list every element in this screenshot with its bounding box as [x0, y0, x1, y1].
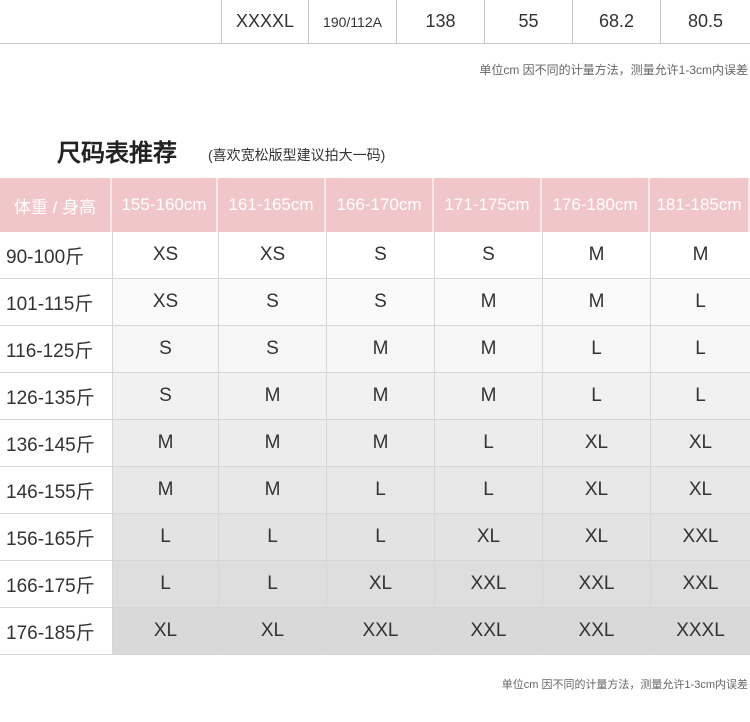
size-cell: M	[326, 373, 434, 420]
weight-label: 176-185斤	[0, 608, 112, 655]
page-title: 尺码表推荐	[57, 140, 177, 167]
size-cell: L	[650, 373, 750, 420]
size-cell: XXL	[326, 608, 434, 655]
size-cell: M	[112, 467, 218, 514]
weight-label: 166-175斤	[0, 561, 112, 608]
size-cell: XS	[112, 279, 218, 326]
size-cell: S	[326, 279, 434, 326]
size-cell: XXXL	[650, 608, 750, 655]
size-cell: M	[218, 373, 326, 420]
measurement-note-bottom: 单位cm 因不同的计量方法，测量允许1-3cm内误差	[501, 679, 748, 691]
size-cell: M	[650, 232, 750, 279]
size-cell: XS	[218, 232, 326, 279]
size-cell: S	[434, 232, 542, 279]
top-cell-value: 138	[397, 0, 485, 44]
size-cell: M	[434, 279, 542, 326]
size-cell: M	[542, 279, 650, 326]
size-cell: L	[650, 279, 750, 326]
size-cell: XXL	[650, 514, 750, 561]
header-weight-height: 体重 / 身高	[0, 178, 112, 232]
size-cell: XL	[542, 420, 650, 467]
size-cell: L	[434, 420, 542, 467]
size-recommendation-table: 体重 / 身高 155-160cm 161-165cm 166-170cm 171-17…	[0, 178, 750, 655]
header-height-range: 161-165cm	[218, 178, 326, 232]
size-cell: M	[112, 420, 218, 467]
size-cell: S	[112, 326, 218, 373]
header-height-range: 181-185cm	[650, 178, 750, 232]
size-cell: M	[542, 232, 650, 279]
size-cell: M	[218, 420, 326, 467]
size-cell: L	[326, 467, 434, 514]
size-cell: M	[434, 326, 542, 373]
weight-label: 156-165斤	[0, 514, 112, 561]
size-cell: L	[326, 514, 434, 561]
size-cell: L	[218, 561, 326, 608]
weight-label: 136-145斤	[0, 420, 112, 467]
size-cell: L	[542, 326, 650, 373]
size-cell: XL	[112, 608, 218, 655]
size-cell: L	[542, 373, 650, 420]
header-height-range: 171-175cm	[434, 178, 542, 232]
header-height-range: 176-180cm	[542, 178, 650, 232]
size-cell: XL	[650, 420, 750, 467]
previous-size-table-row: XXXXL 190/112A 138 55 68.2 80.5	[0, 0, 750, 44]
size-cell: L	[112, 561, 218, 608]
size-cell: XS	[112, 232, 218, 279]
size-cell: L	[434, 467, 542, 514]
top-cell-spec: 190/112A	[309, 0, 397, 44]
size-cell: XXL	[434, 561, 542, 608]
top-cell-value: 55	[485, 0, 573, 44]
weight-label: 116-125斤	[0, 326, 112, 373]
size-cell: S	[218, 279, 326, 326]
header-height-range: 155-160cm	[112, 178, 218, 232]
top-cell	[0, 0, 222, 44]
weight-label: 101-115斤	[0, 279, 112, 326]
page-subtitle: (喜欢宽松版型建议拍大一码)	[208, 147, 386, 163]
size-cell: M	[218, 467, 326, 514]
top-cell-size: XXXXL	[222, 0, 309, 44]
size-cell: S	[326, 232, 434, 279]
weight-label: 90-100斤	[0, 232, 112, 279]
size-cell: L	[650, 326, 750, 373]
size-cell: XXL	[542, 561, 650, 608]
weight-label: 126-135斤	[0, 373, 112, 420]
size-cell: L	[218, 514, 326, 561]
size-cell: XL	[650, 467, 750, 514]
header-height-range: 166-170cm	[326, 178, 434, 232]
size-cell: M	[434, 373, 542, 420]
size-cell: M	[326, 326, 434, 373]
size-cell: XL	[542, 514, 650, 561]
weight-label: 146-155斤	[0, 467, 112, 514]
size-cell: XXL	[434, 608, 542, 655]
size-cell: XL	[542, 467, 650, 514]
top-cell-value: 68.2	[573, 0, 661, 44]
size-cell: XXL	[542, 608, 650, 655]
size-cell: XL	[326, 561, 434, 608]
measurement-note: 单位cm 因不同的计量方法，测量允许1-3cm内误差	[479, 63, 748, 77]
size-cell: XXL	[650, 561, 750, 608]
top-cell-value: 80.5	[661, 0, 750, 44]
size-cell: S	[218, 326, 326, 373]
size-cell: S	[112, 373, 218, 420]
size-cell: L	[112, 514, 218, 561]
size-cell: XL	[434, 514, 542, 561]
size-cell: M	[326, 420, 434, 467]
size-cell: XL	[218, 608, 326, 655]
